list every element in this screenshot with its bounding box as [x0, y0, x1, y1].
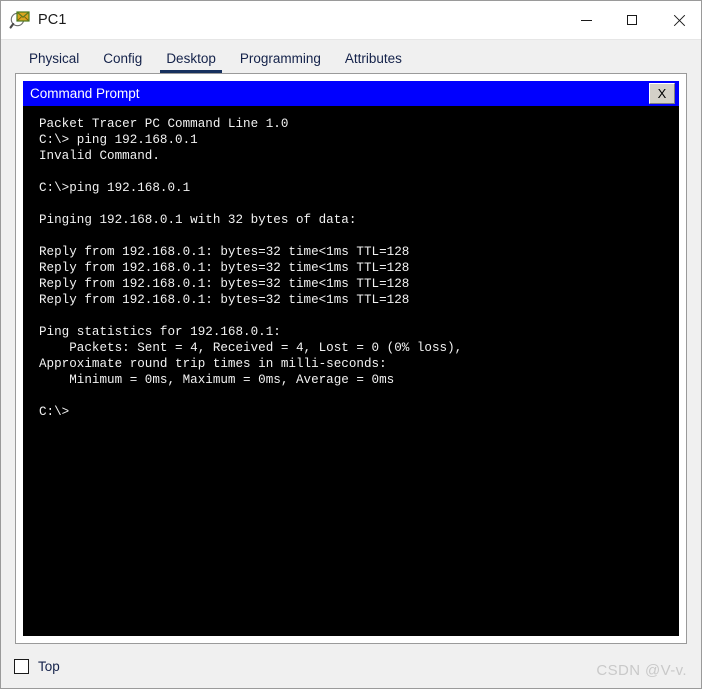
tab-attributes[interactable]: Attributes [333, 50, 414, 73]
window-titlebar: PC1 [1, 1, 701, 40]
device-tabs: Physical Config Desktop Programming Attr… [1, 40, 701, 73]
desktop-content-panel: Command Prompt X Packet Tracer PC Comman… [15, 73, 687, 644]
top-checkbox-label[interactable]: Top [38, 659, 60, 674]
close-icon [672, 14, 685, 27]
pc1-device-window: PC1 Physical Config Desktop Programming … [0, 0, 702, 689]
tab-desktop[interactable]: Desktop [154, 50, 228, 73]
watermark-text: CSDN @V-v. [596, 662, 687, 679]
maximize-button[interactable] [609, 2, 655, 39]
terminal-output-area[interactable]: Packet Tracer PC Command Line 1.0 C:\> p… [23, 106, 679, 636]
tab-desktop-label: Desktop [166, 51, 216, 66]
command-prompt-titlebar: Command Prompt X [23, 81, 679, 106]
command-prompt-close-button[interactable]: X [649, 83, 675, 104]
maximize-icon [627, 15, 637, 25]
tab-physical-label: Physical [29, 51, 80, 66]
window-footer: Top CSDN @V-v. [1, 644, 701, 688]
close-button[interactable] [655, 2, 701, 39]
command-prompt-window: Command Prompt X Packet Tracer PC Comman… [23, 81, 679, 636]
minimize-icon [580, 19, 592, 21]
tab-physical[interactable]: Physical [17, 50, 91, 73]
tab-programming-label: Programming [239, 51, 321, 66]
command-prompt-title: Command Prompt [30, 86, 140, 101]
top-checkbox[interactable] [14, 658, 29, 674]
packet-tracer-inspect-icon [9, 9, 31, 31]
tab-config-label: Config [103, 51, 143, 66]
minimize-button[interactable] [563, 2, 609, 39]
tab-config[interactable]: Config [91, 50, 154, 73]
terminal-output-text: Packet Tracer PC Command Line 1.0 C:\> p… [39, 117, 463, 419]
window-title: PC1 [38, 12, 67, 28]
tab-attributes-label: Attributes [344, 51, 402, 66]
tab-programming[interactable]: Programming [228, 50, 333, 73]
